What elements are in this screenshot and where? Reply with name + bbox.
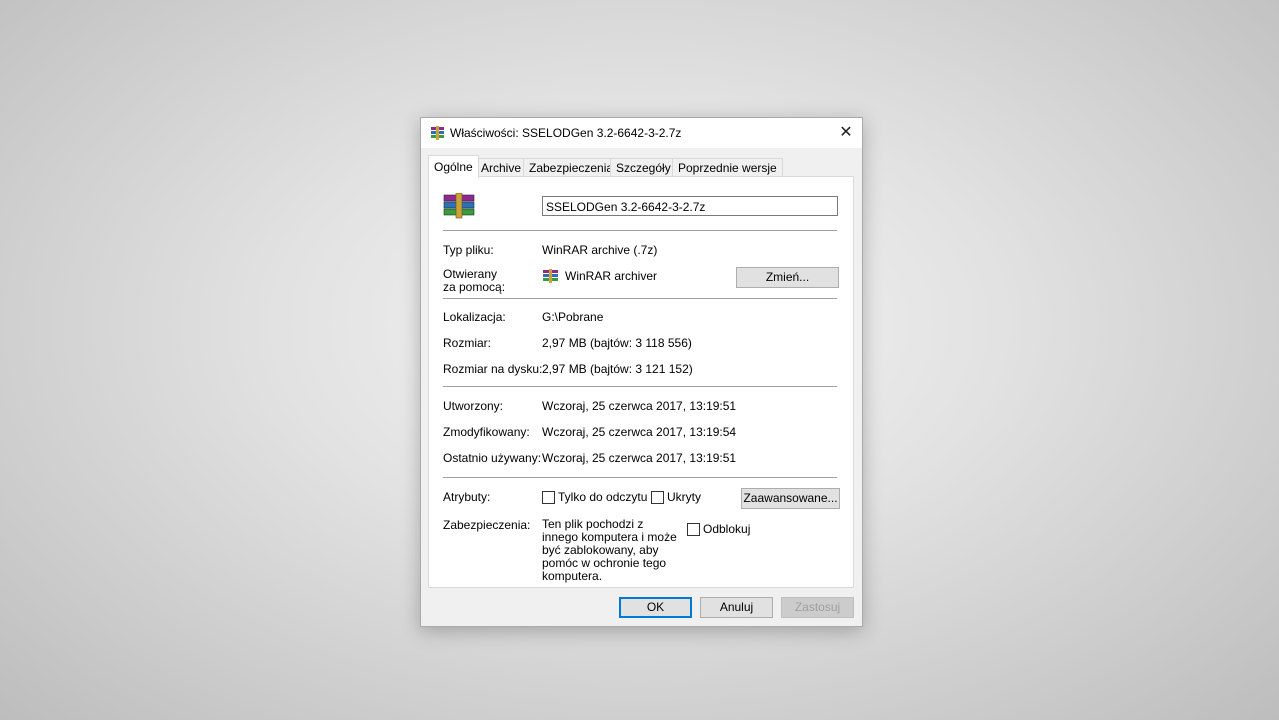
hidden-checkbox[interactable] xyxy=(651,491,664,504)
created-value: Wczoraj, 25 czerwca 2017, 13:19:51 xyxy=(542,399,737,413)
tab-previous-versions[interactable]: Poprzednie wersje xyxy=(672,158,783,177)
title-bar[interactable]: Właściwości: SSELODGen 3.2-6642-3-2.7z ✕ xyxy=(421,118,862,148)
divider xyxy=(443,298,837,299)
change-button[interactable]: Zmień... xyxy=(736,267,839,288)
readonly-checkbox[interactable] xyxy=(542,491,555,504)
divider xyxy=(443,230,837,231)
size-on-disk-value: 2,97 MB (bajtów: 3 121 152) xyxy=(542,362,693,376)
hidden-label[interactable]: Ukryty xyxy=(667,490,701,504)
apply-button[interactable]: Zastosuj xyxy=(781,597,854,618)
tab-security[interactable]: Zabezpieczenia xyxy=(523,158,620,177)
location-value: G:\Pobrane xyxy=(542,310,604,324)
location-label: Lokalizacja: xyxy=(443,310,506,324)
size-value: 2,97 MB (bajtów: 3 118 556) xyxy=(542,336,692,350)
security-label: Zabezpieczenia: xyxy=(443,518,531,532)
tab-general[interactable]: Ogólne xyxy=(428,155,479,178)
file-type-label: Typ pliku: xyxy=(443,243,494,257)
file-type-value: WinRAR archive (.7z) xyxy=(542,243,658,257)
properties-dialog: Właściwości: SSELODGen 3.2-6642-3-2.7z ✕… xyxy=(420,117,863,627)
modified-value: Wczoraj, 25 czerwca 2017, 13:19:54 xyxy=(542,425,737,439)
unblock-label[interactable]: Odblokuj xyxy=(703,522,750,536)
security-message: Ten plik pochodzi z innego komputera i m… xyxy=(542,517,677,583)
created-label: Utworzony: xyxy=(443,399,504,413)
tab-details[interactable]: Szczegóły xyxy=(610,158,677,177)
attributes-label: Atrybuty: xyxy=(443,490,491,504)
opens-with-label-line1: Otwierany xyxy=(443,267,498,281)
window-title: Właściwości: SSELODGen 3.2-6642-3-2.7z xyxy=(450,126,682,140)
cancel-button[interactable]: Anuluj xyxy=(700,597,773,618)
modified-label: Zmodyfikowany: xyxy=(443,425,530,439)
unblock-checkbox[interactable] xyxy=(687,523,700,536)
size-label: Rozmiar: xyxy=(443,336,492,350)
divider xyxy=(443,477,837,478)
file-name-input[interactable]: SSELODGen 3.2-6642-3-2.7z xyxy=(542,196,838,216)
winrar-app-icon xyxy=(543,269,558,283)
general-panel: SSELODGen 3.2-6642-3-2.7z Typ pliku: Win… xyxy=(428,176,854,588)
tab-archive[interactable]: Archive xyxy=(475,158,528,177)
close-icon[interactable]: ✕ xyxy=(830,118,862,148)
accessed-value: Wczoraj, 25 czerwca 2017, 13:19:51 xyxy=(542,451,737,465)
advanced-button[interactable]: Zaawansowane... xyxy=(741,488,840,509)
opens-with-label-line2: za pomocą: xyxy=(443,280,506,294)
divider xyxy=(443,386,837,387)
accessed-label: Ostatnio używany: xyxy=(443,451,542,465)
ok-button[interactable]: OK xyxy=(619,597,692,618)
opens-with-value: WinRAR archiver xyxy=(565,269,658,283)
winrar-archive-icon xyxy=(431,126,444,140)
readonly-label[interactable]: Tylko do odczytu xyxy=(558,490,647,504)
winrar-archive-large-icon xyxy=(443,193,475,219)
size-on-disk-label: Rozmiar na dysku: xyxy=(443,362,543,376)
